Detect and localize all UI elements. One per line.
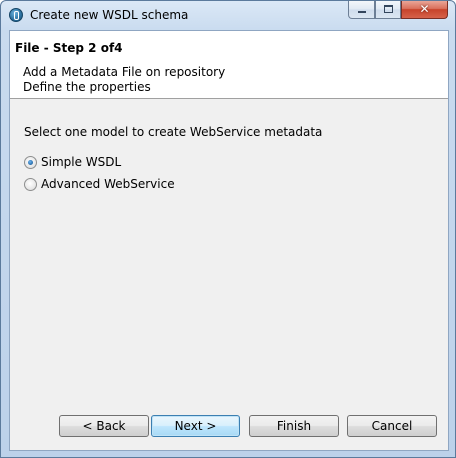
next-button[interactable]: Next >	[151, 415, 240, 437]
wizard-dialog: Create new WSDL schema ✕ File - Step 2 o…	[0, 0, 456, 458]
close-icon: ✕	[419, 2, 430, 16]
minimize-icon	[358, 11, 366, 13]
title-bar[interactable]: Create new WSDL schema ✕	[1, 1, 455, 30]
cancel-button[interactable]: Cancel	[347, 415, 437, 437]
finish-button[interactable]: Finish	[249, 415, 339, 437]
dialog-client-area: File - Step 2 of4 Add a Metadata File on…	[9, 30, 449, 451]
maximize-button[interactable]	[375, 1, 401, 19]
model-prompt: Select one model to create WebService me…	[24, 125, 323, 139]
maximize-icon	[384, 5, 393, 13]
wizard-header: File - Step 2 of4 Add a Metadata File on…	[10, 31, 448, 99]
talend-app-icon	[9, 8, 23, 22]
radio-selected-dot	[28, 160, 33, 165]
radio-label-simple-wsdl[interactable]: Simple WSDL	[41, 155, 121, 169]
radio-button-unselected[interactable]	[24, 178, 37, 191]
radio-label-advanced-webservice[interactable]: Advanced WebService	[41, 177, 175, 191]
description-line-1: Add a Metadata File on repository	[23, 65, 226, 79]
radio-button-selected[interactable]	[24, 156, 37, 169]
minimize-button[interactable]	[348, 1, 375, 19]
close-button[interactable]: ✕	[401, 1, 448, 19]
step-title: File - Step 2 of4	[15, 41, 123, 55]
window-title: Create new WSDL schema	[30, 8, 189, 22]
back-button[interactable]: < Back	[59, 415, 149, 437]
description-line-2: Define the properties	[23, 80, 151, 94]
